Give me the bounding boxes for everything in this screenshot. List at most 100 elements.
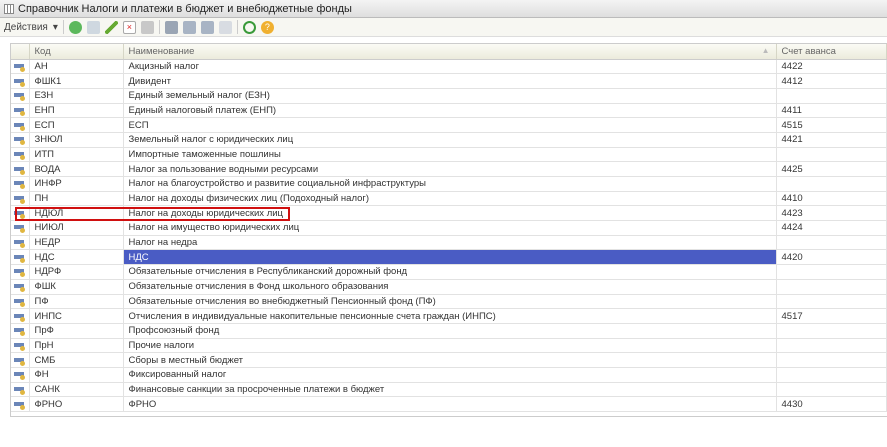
cell-account[interactable] (776, 323, 887, 339)
cell-code[interactable]: ФРНО (29, 396, 124, 412)
cell-name[interactable]: Дивидент (123, 73, 777, 89)
cell-account[interactable]: 4422 (776, 59, 887, 75)
table-row[interactable]: ПрФ Профсоюзный фонд (11, 323, 887, 339)
cell-account[interactable]: 4411 (776, 103, 887, 119)
cell-account[interactable] (776, 382, 887, 398)
cell-code[interactable]: СМБ (29, 352, 124, 368)
cell-code[interactable]: ПрН (29, 338, 124, 354)
cell-name[interactable]: Прочие налоги (123, 338, 777, 354)
cell-name[interactable]: Обязательные отчисления во внебюджетный … (123, 294, 777, 310)
cell-name[interactable]: Налог за пользование водными ресурсами (123, 161, 777, 177)
add-icon[interactable] (68, 20, 82, 34)
cell-name[interactable]: Профсоюзный фонд (123, 323, 777, 339)
table-row[interactable]: ПН Налог на доходы физических лиц (Подох… (11, 191, 887, 207)
cell-code[interactable]: ПФ (29, 294, 124, 310)
cell-account[interactable] (776, 147, 887, 163)
column-header-account[interactable]: Счет аванса (776, 44, 887, 60)
cell-name[interactable]: Отчисления в индивидуальные накопительны… (123, 308, 777, 324)
cell-name[interactable]: Фиксированный налог (123, 367, 777, 383)
cell-account[interactable] (776, 235, 887, 251)
cell-name[interactable]: Единый земельный налог (ЕЗН) (123, 88, 777, 104)
edit-icon[interactable] (104, 20, 118, 34)
cell-name[interactable]: Земельный налог с юридических лиц (123, 132, 777, 148)
table-row[interactable]: ЕНП Единый налоговый платеж (ЕНП) 4411 (11, 103, 887, 119)
cell-account[interactable]: 4412 (776, 73, 887, 89)
cell-code[interactable]: ПрФ (29, 323, 124, 339)
filter-icon[interactable] (164, 20, 178, 34)
cell-name[interactable]: Налог на доходы физических лиц (Подоходн… (123, 191, 777, 207)
cell-account[interactable] (776, 264, 887, 280)
table-row[interactable]: ФШК Обязательные отчисления в Фонд школь… (11, 279, 887, 295)
table-row[interactable]: ФШК1 Дивидент 4412 (11, 73, 887, 89)
cell-account[interactable] (776, 367, 887, 383)
cell-account[interactable] (776, 88, 887, 104)
table-row[interactable]: ЗНЮЛ Земельный налог с юридических лиц 4… (11, 132, 887, 148)
cell-code[interactable]: ИНФР (29, 176, 124, 192)
column-header-code[interactable]: Код (29, 44, 124, 60)
copy-icon[interactable] (86, 20, 100, 34)
cell-account[interactable]: 4425 (776, 161, 887, 177)
actions-menu[interactable]: Действия (4, 22, 48, 33)
cell-name[interactable]: ЕСП (123, 117, 777, 133)
table-row[interactable]: АН Акцизный налог 4422 (11, 59, 887, 75)
cell-name[interactable]: ФРНО (123, 396, 777, 412)
cell-code[interactable]: ИНПС (29, 308, 124, 324)
column-header-name[interactable]: Наименование ▲ (123, 44, 777, 60)
table-row[interactable]: ФРНО ФРНО 4430 (11, 396, 887, 412)
table-row[interactable]: ИНФР Налог на благоустройство и развитие… (11, 176, 887, 192)
cell-account[interactable]: 4517 (776, 308, 887, 324)
cell-code[interactable]: НИЮЛ (29, 220, 124, 236)
cell-account[interactable] (776, 352, 887, 368)
cell-account[interactable] (776, 176, 887, 192)
cell-account[interactable]: 4421 (776, 132, 887, 148)
cell-name[interactable]: Импортные таможенные пошлины (123, 147, 777, 163)
cell-account[interactable]: 4420 (776, 249, 887, 266)
cell-account[interactable]: 4515 (776, 117, 887, 133)
cell-account[interactable] (776, 294, 887, 310)
cell-name[interactable]: Акцизный налог (123, 59, 777, 75)
cell-name[interactable]: Налог на благоустройство и развитие соци… (123, 176, 777, 192)
table-row[interactable]: НЕДР Налог на недра (11, 235, 887, 251)
table-row[interactable]: НИЮЛ Налог на имущество юридических лиц … (11, 220, 887, 236)
table-row[interactable]: ЕСП ЕСП 4515 (11, 117, 887, 133)
cell-code[interactable]: ПН (29, 191, 124, 207)
table-row[interactable]: ЕЗН Единый земельный налог (ЕЗН) (11, 88, 887, 104)
cell-account[interactable]: 4410 (776, 191, 887, 207)
table-row[interactable]: ПрН Прочие налоги (11, 338, 887, 354)
filter-list-icon[interactable] (200, 20, 214, 34)
clear-filter-icon[interactable] (218, 20, 232, 34)
table-row[interactable]: ФН Фиксированный налог (11, 367, 887, 383)
table-row[interactable]: НДРФ Обязательные отчисления в Республик… (11, 264, 887, 280)
cell-code[interactable]: АН (29, 59, 124, 75)
cell-code[interactable]: ФШК (29, 279, 124, 295)
cell-account[interactable] (776, 338, 887, 354)
cell-code[interactable]: ФН (29, 367, 124, 383)
cell-code[interactable]: ВОДА (29, 161, 124, 177)
cell-code[interactable]: ЕСП (29, 117, 124, 133)
cell-name[interactable]: Обязательные отчисления в Фонд школьного… (123, 279, 777, 295)
filter-current-icon[interactable] (182, 20, 196, 34)
cell-code[interactable]: ЕЗН (29, 88, 124, 104)
cell-account[interactable] (776, 279, 887, 295)
cell-name[interactable]: Единый налоговый платеж (ЕНП) (123, 103, 777, 119)
refresh-icon[interactable] (242, 20, 256, 34)
cell-code[interactable]: ЗНЮЛ (29, 132, 124, 148)
cell-code[interactable]: ЕНП (29, 103, 124, 119)
cell-code[interactable]: САНК (29, 382, 124, 398)
help-icon[interactable]: ? (260, 20, 274, 34)
table-row[interactable]: ВОДА Налог за пользование водными ресурс… (11, 161, 887, 177)
cell-code[interactable]: ФШК1 (29, 73, 124, 89)
cell-account[interactable]: 4430 (776, 396, 887, 412)
delete-icon[interactable]: × (122, 20, 136, 34)
cell-name[interactable]: Налог на недра (123, 235, 777, 251)
cell-name[interactable]: Обязательные отчисления в Республикански… (123, 264, 777, 280)
table-row[interactable]: НДС НДС 4420 (11, 249, 887, 266)
cell-name[interactable]: Финансовые санкции за просроченные плате… (123, 382, 777, 398)
cell-account[interactable]: 4423 (776, 205, 887, 222)
cell-name[interactable]: Сборы в местный бюджет (123, 352, 777, 368)
post-icon[interactable] (140, 20, 154, 34)
table-row[interactable]: ПФ Обязательные отчисления во внебюджетн… (11, 294, 887, 310)
cell-code[interactable]: НЕДР (29, 235, 124, 251)
table-row[interactable]: ИНПС Отчисления в индивидуальные накопит… (11, 308, 887, 324)
table-row[interactable]: СМБ Сборы в местный бюджет (11, 352, 887, 368)
